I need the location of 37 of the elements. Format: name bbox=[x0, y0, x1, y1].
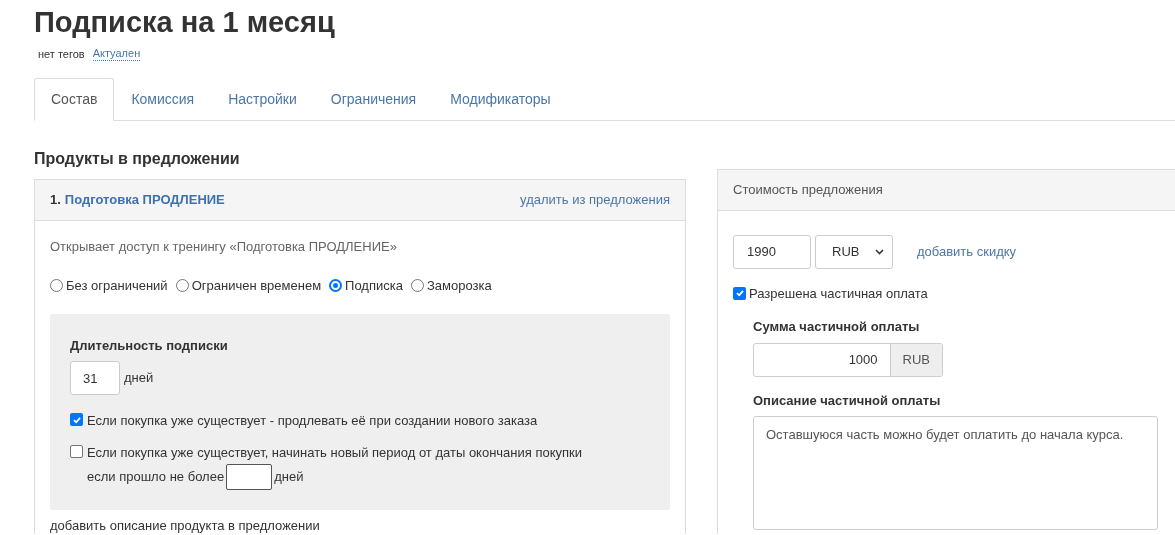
radio-label: Без ограничений bbox=[66, 277, 168, 295]
radio-label: Подписка bbox=[345, 277, 403, 295]
field-label: Описание частичной оплаты bbox=[753, 391, 942, 410]
tab[interactable]: Модификаторы bbox=[433, 77, 568, 121]
currency-select[interactable]: RUB bbox=[815, 234, 893, 269]
textarea-text: Оставшуюся часть можно будет оплатить до начала курса. bbox=[766, 427, 1124, 442]
tab[interactable]: Состав bbox=[34, 77, 115, 121]
price-heading: Стоимость предложения bbox=[733, 180, 883, 199]
unit-label: дней bbox=[124, 369, 154, 388]
duration-field[interactable]: 31 bbox=[70, 361, 120, 395]
currency-addon: RUB bbox=[889, 343, 942, 376]
checkbox-label: Разрешена частичная оплата bbox=[749, 284, 928, 303]
add-discount-link[interactable]: добавить скидку bbox=[917, 241, 1017, 262]
price-field[interactable]: 1990 bbox=[733, 234, 811, 269]
checkbox-label: Если покупка уже существует, начинать новый период от даты окончания покупки bbox=[87, 443, 583, 462]
add-description-link[interactable]: добавить описание продукта в предложении bbox=[50, 518, 670, 534]
product-number: 1. bbox=[50, 190, 61, 209]
product-description: Открывает доступ к тренингу «Подготовка ПРОДЛЕНИЕ» bbox=[50, 237, 398, 256]
remove-link[interactable]: удалить из предложения bbox=[520, 189, 670, 210]
checkbox-label: Если покупка уже существует - продлевать её при создании нового заказа bbox=[87, 412, 538, 430]
tab[interactable]: Ограничения bbox=[313, 77, 434, 121]
partial-amount-field[interactable]: 1000 RUB bbox=[753, 342, 943, 377]
radio-label: Заморозка bbox=[426, 277, 492, 295]
status-link[interactable]: Актуален bbox=[92, 47, 141, 62]
page-title: Подписка на 1 месяц bbox=[34, 5, 336, 40]
section-heading: Продукты в предложении bbox=[34, 148, 241, 169]
unit-label: дней bbox=[274, 468, 304, 487]
tags-label: нет тегов bbox=[38, 47, 85, 62]
product-link[interactable]: Подготовка ПРОДЛЕНИЕ bbox=[64, 189, 225, 210]
field-label: Сумма частичной оплаты bbox=[753, 318, 921, 336]
description-textarea[interactable]: Оставшуюся часть можно будет оплатить до начала курса. bbox=[753, 416, 1158, 530]
checkbox-label: если прошло не более bbox=[87, 468, 225, 487]
subscription-heading: Длительность подписки bbox=[70, 336, 229, 355]
tab[interactable]: Комиссия bbox=[114, 77, 212, 121]
amount-value: 1000 bbox=[847, 350, 879, 369]
radio-label: Ограничен временем bbox=[191, 277, 322, 295]
tab[interactable]: Настройки bbox=[211, 77, 314, 121]
